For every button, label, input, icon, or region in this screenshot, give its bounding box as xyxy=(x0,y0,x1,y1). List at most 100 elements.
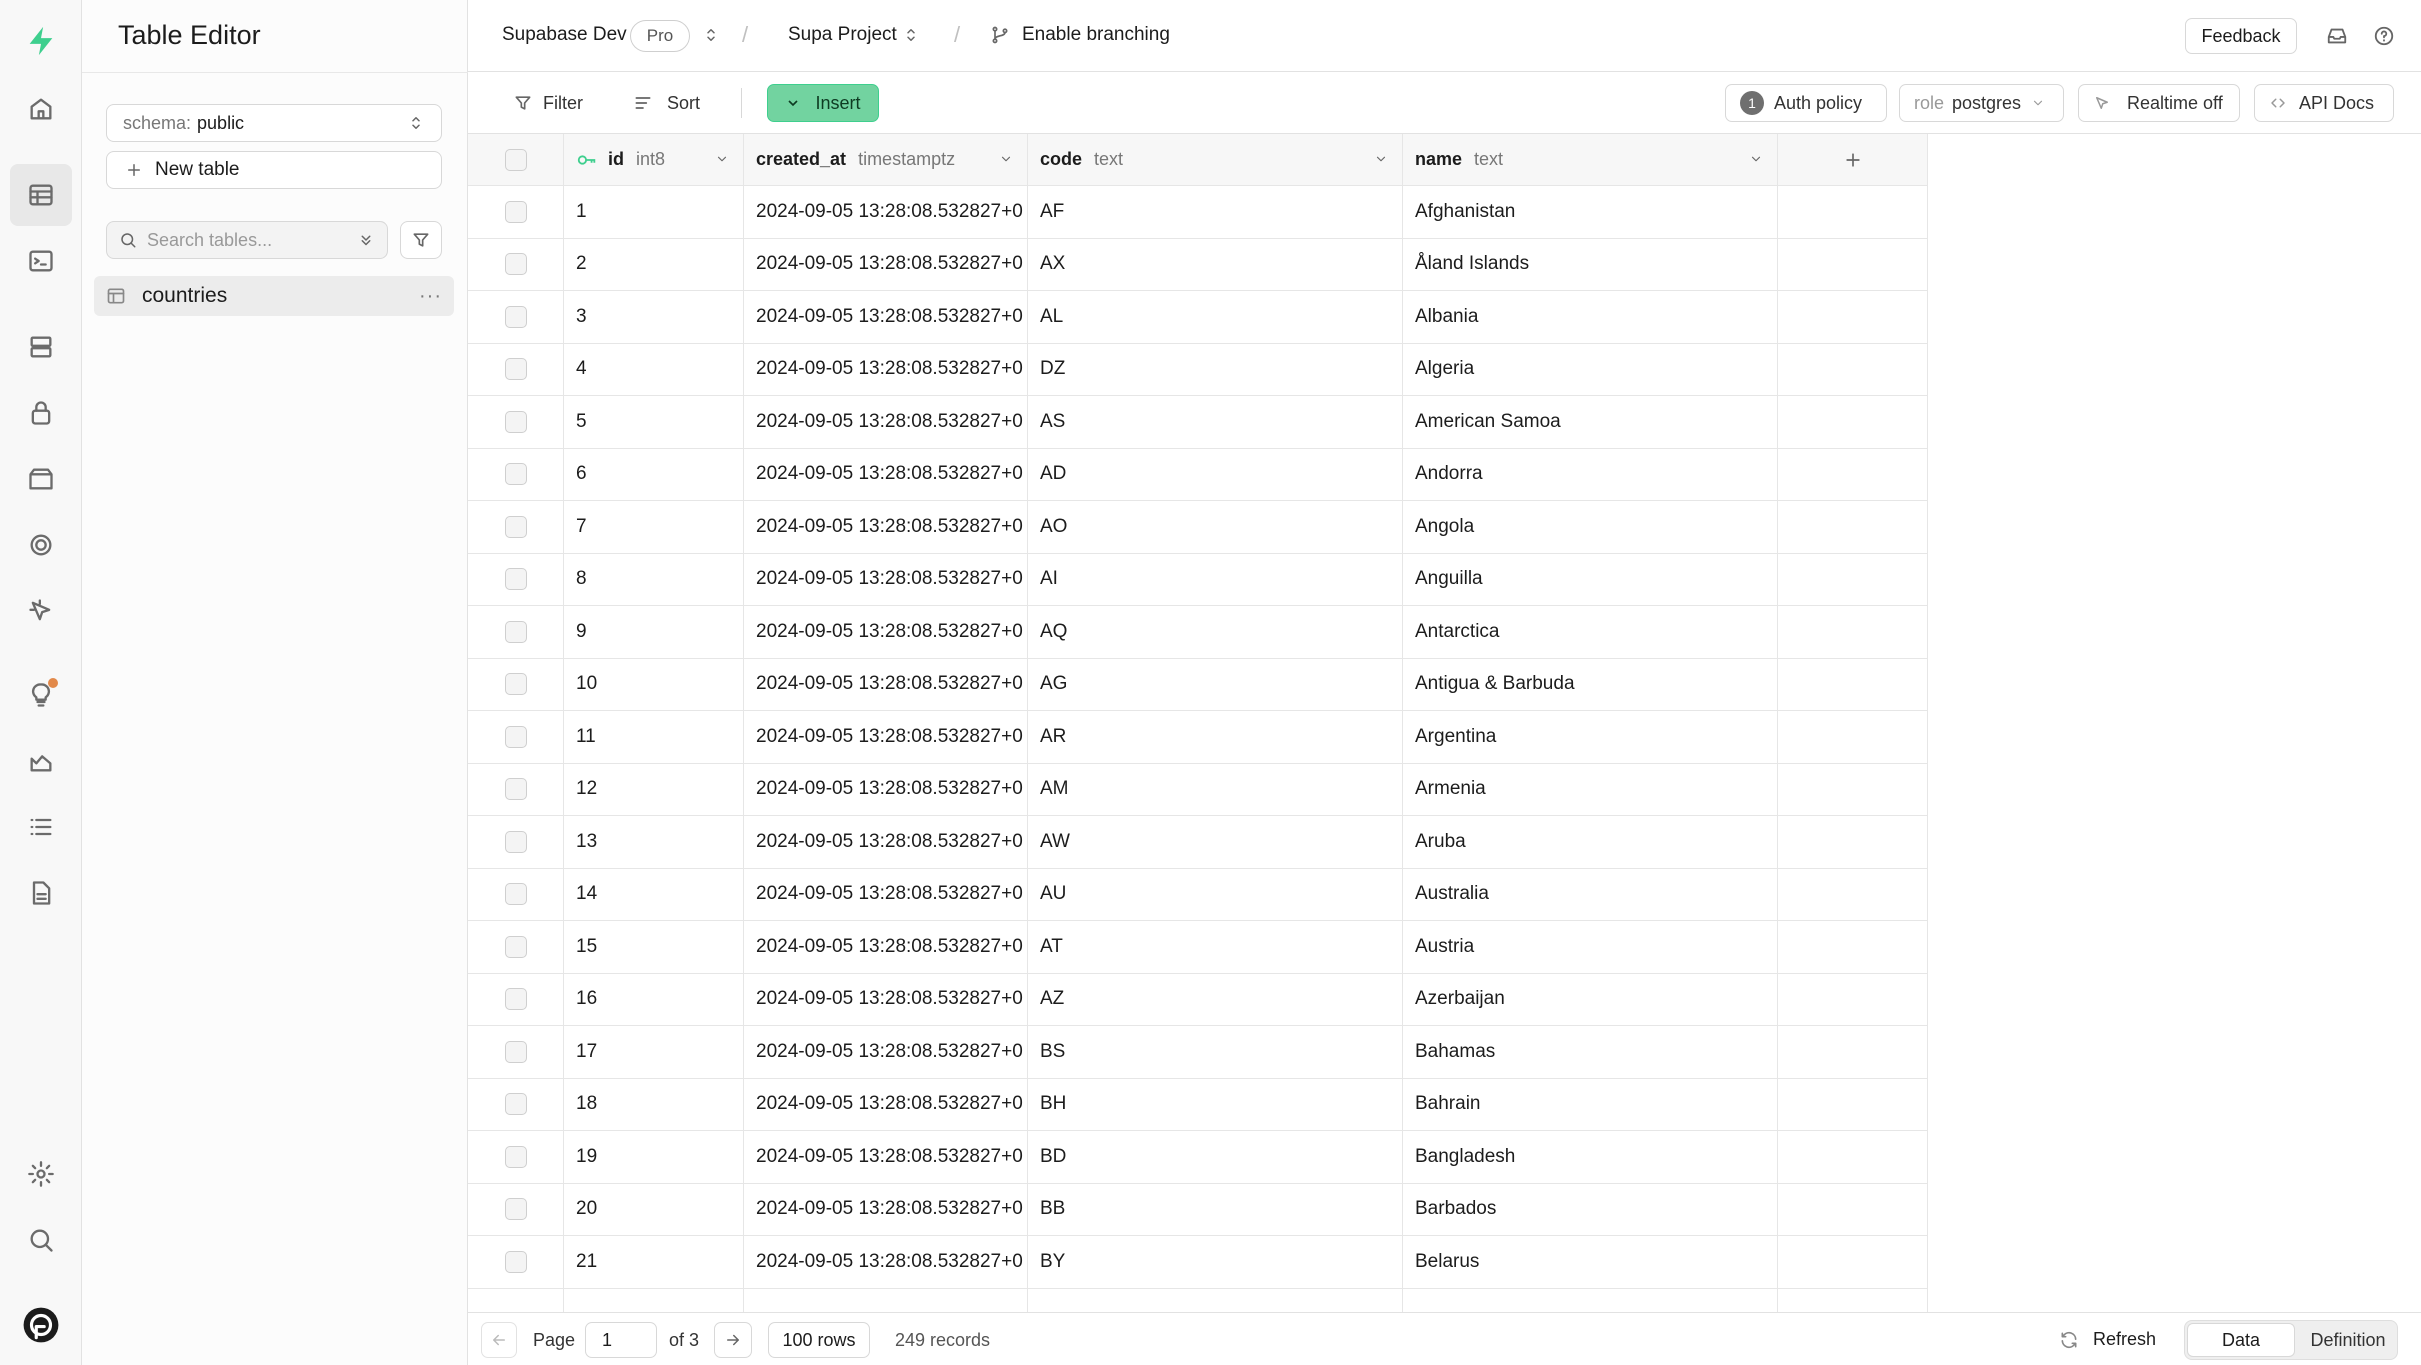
reports-icon[interactable] xyxy=(10,730,72,792)
cell-code[interactable]: AQ xyxy=(1028,606,1403,658)
table-row[interactable]: 2 2024-09-05 13:28:08.532827+0 AX Åland Isl… xyxy=(468,238,1928,291)
cell-id[interactable]: 18 xyxy=(564,1078,744,1130)
cell-code[interactable]: AR xyxy=(1028,711,1403,763)
row-checkbox[interactable] xyxy=(504,1093,527,1116)
cell-id[interactable]: 9 xyxy=(564,606,744,658)
chevron-down-icon[interactable] xyxy=(715,152,729,166)
cell-id[interactable]: 2 xyxy=(564,238,744,290)
rows-per-page-select[interactable]: 100 rows xyxy=(768,1322,870,1358)
auth-policy-button[interactable]: 1 Auth policy xyxy=(1725,84,1887,122)
help-icon[interactable] xyxy=(2373,25,2395,47)
chevron-down-icon[interactable] xyxy=(999,152,1013,166)
column-header-created-at[interactable]: created_at timestamptz xyxy=(744,134,1028,185)
cell-created-at[interactable]: 2024-09-05 13:28:08.532827+0 xyxy=(744,921,1028,973)
cell-id[interactable]: 21 xyxy=(564,1236,744,1288)
table-row[interactable]: 11 2024-09-05 13:28:08.532827+0 AR Argentin… xyxy=(468,711,1928,764)
select-all-checkbox[interactable] xyxy=(504,148,527,171)
search-icon[interactable] xyxy=(10,1209,72,1271)
cell-created-at[interactable]: 2024-09-05 13:28:08.532827+0 xyxy=(744,1183,1028,1235)
table-row[interactable]: 15 2024-09-05 13:28:08.532827+0 AT Austria xyxy=(468,921,1928,974)
cell-created-at[interactable]: 2024-09-05 13:28:08.532827+0 xyxy=(744,1131,1028,1183)
row-checkbox[interactable] xyxy=(504,463,527,486)
cell-code[interactable]: AU xyxy=(1028,868,1403,920)
cell-code[interactable]: BS xyxy=(1028,1026,1403,1078)
cell-created-at[interactable]: 2024-09-05 13:28:08.532827+0 xyxy=(744,973,1028,1025)
row-checkbox[interactable] xyxy=(504,830,527,853)
storage-icon[interactable] xyxy=(10,448,72,510)
row-checkbox[interactable] xyxy=(504,1145,527,1168)
row-checkbox[interactable] xyxy=(504,935,527,958)
cell-name[interactable]: Australia xyxy=(1403,868,1778,920)
inbox-icon[interactable] xyxy=(2326,25,2348,47)
new-table-button[interactable]: New table xyxy=(106,151,442,189)
table-row[interactable]: 10 2024-09-05 13:28:08.532827+0 AG Antigua … xyxy=(468,658,1928,711)
auth-icon[interactable] xyxy=(10,382,72,444)
org-name[interactable]: Supabase Dev xyxy=(502,24,627,46)
chevron-updown-icon[interactable] xyxy=(902,26,920,44)
cell-created-at[interactable]: 2024-09-05 13:28:08.532827+0 xyxy=(744,238,1028,290)
cell-code[interactable]: AX xyxy=(1028,238,1403,290)
cell-name[interactable]: Azerbaijan xyxy=(1403,973,1778,1025)
cell-name[interactable]: Antigua & Barbuda xyxy=(1403,658,1778,710)
cell-code[interactable]: AO xyxy=(1028,501,1403,553)
tab-data[interactable]: Data xyxy=(2187,1323,2295,1357)
table-row[interactable]: 7 2024-09-05 13:28:08.532827+0 AO Angola xyxy=(468,501,1928,554)
cell-code[interactable]: AM xyxy=(1028,763,1403,815)
cell-code[interactable]: BD xyxy=(1028,1131,1403,1183)
cell-code[interactable]: AL xyxy=(1028,291,1403,343)
cell-code[interactable]: AZ xyxy=(1028,973,1403,1025)
cell-id[interactable]: 16 xyxy=(564,973,744,1025)
table-row[interactable]: 5 2024-09-05 13:28:08.532827+0 AS American … xyxy=(468,396,1928,449)
cell-id[interactable]: 11 xyxy=(564,711,744,763)
cell-code[interactable]: AI xyxy=(1028,553,1403,605)
project-name[interactable]: Supa Project xyxy=(788,24,897,46)
cell-code[interactable]: DZ xyxy=(1028,343,1403,395)
cell-name[interactable]: Barbados xyxy=(1403,1183,1778,1235)
cell-name[interactable]: Antarctica xyxy=(1403,606,1778,658)
add-column-button[interactable] xyxy=(1778,134,1928,185)
row-checkbox[interactable] xyxy=(504,253,527,276)
schema-select[interactable]: schema: public xyxy=(106,104,442,142)
cell-id[interactable]: 13 xyxy=(564,816,744,868)
database-icon[interactable] xyxy=(10,316,72,378)
cell-created-at[interactable]: 2024-09-05 13:28:08.532827+0 xyxy=(744,186,1028,238)
cell-code[interactable]: AW xyxy=(1028,816,1403,868)
cell-created-at[interactable]: 2024-09-05 13:28:08.532827+0 xyxy=(744,501,1028,553)
cell-created-at[interactable]: 2024-09-05 13:28:08.532827+0 xyxy=(744,448,1028,500)
home-icon[interactable] xyxy=(10,78,72,140)
cell-id[interactable]: 20 xyxy=(564,1183,744,1235)
column-header-name[interactable]: name text xyxy=(1403,134,1778,185)
table-row[interactable]: 13 2024-09-05 13:28:08.532827+0 AW Aruba xyxy=(468,816,1928,869)
column-header-id[interactable]: id int8 xyxy=(564,134,744,185)
cell-code[interactable]: AT xyxy=(1028,921,1403,973)
cell-name[interactable]: Bahrain xyxy=(1403,1078,1778,1130)
cell-created-at[interactable]: 2024-09-05 13:28:08.532827+0 xyxy=(744,816,1028,868)
sort-button[interactable]: Sort xyxy=(633,84,700,122)
cell-created-at[interactable]: 2024-09-05 13:28:08.532827+0 xyxy=(744,343,1028,395)
advisors-icon[interactable] xyxy=(10,664,72,726)
column-header-code[interactable]: code text xyxy=(1028,134,1403,185)
insert-button[interactable]: Insert xyxy=(767,84,879,122)
enable-branching-link[interactable]: Enable branching xyxy=(1022,24,1170,46)
table-row[interactable]: 16 2024-09-05 13:28:08.532827+0 AZ Azerbaij… xyxy=(468,973,1928,1026)
cell-created-at[interactable]: 2024-09-05 13:28:08.532827+0 xyxy=(744,711,1028,763)
row-checkbox[interactable] xyxy=(504,673,527,696)
row-checkbox[interactable] xyxy=(504,883,527,906)
cell-id[interactable]: 8 xyxy=(564,553,744,605)
cell-created-at[interactable]: 2024-09-05 13:28:08.532827+0 xyxy=(744,763,1028,815)
cell-code[interactable]: AS xyxy=(1028,396,1403,448)
cell-created-at[interactable]: 2024-09-05 13:28:08.532827+0 xyxy=(744,1078,1028,1130)
cell-code[interactable]: BH xyxy=(1028,1078,1403,1130)
cell-name[interactable]: Albania xyxy=(1403,291,1778,343)
cell-name[interactable]: Bangladesh xyxy=(1403,1131,1778,1183)
cell-id[interactable]: 17 xyxy=(564,1026,744,1078)
cell-code[interactable]: AD xyxy=(1028,448,1403,500)
table-row[interactable]: 4 2024-09-05 13:28:08.532827+0 DZ Algeria xyxy=(468,343,1928,396)
cell-id[interactable]: 19 xyxy=(564,1131,744,1183)
table-row[interactable]: 18 2024-09-05 13:28:08.532827+0 BH Bahrain xyxy=(468,1078,1928,1131)
cell-id[interactable]: 7 xyxy=(564,501,744,553)
cell-name[interactable]: Aruba xyxy=(1403,816,1778,868)
row-checkbox[interactable] xyxy=(504,620,527,643)
row-checkbox[interactable] xyxy=(504,1198,527,1221)
page-input[interactable]: 1 xyxy=(585,1322,657,1358)
